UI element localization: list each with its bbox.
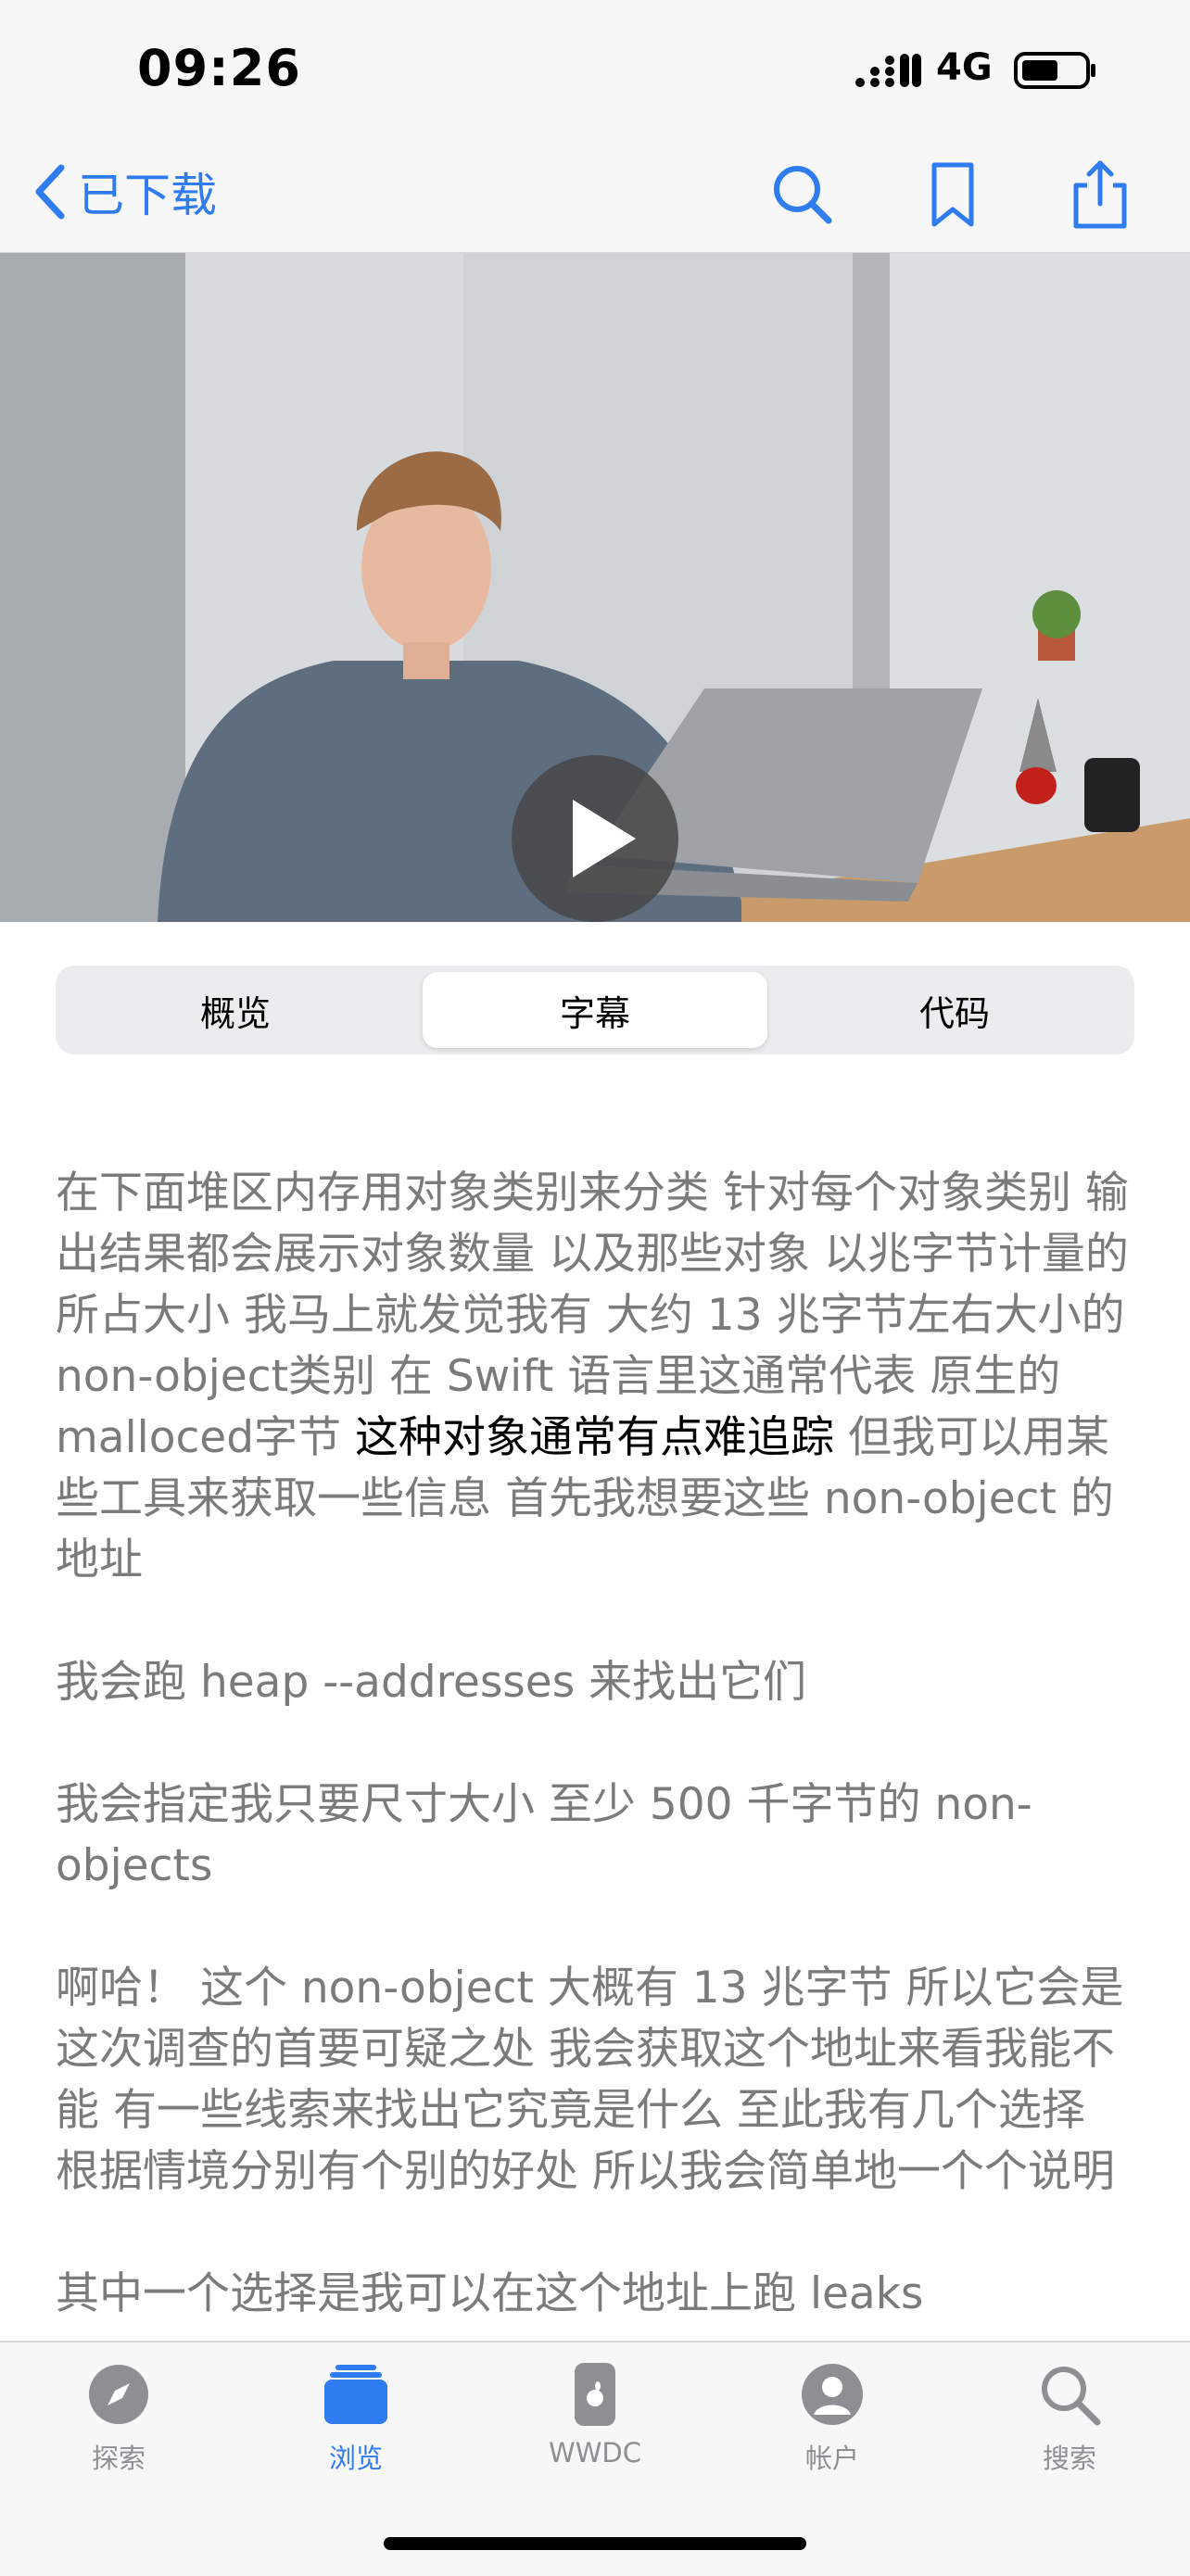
- home-indicator[interactable]: [384, 2537, 806, 2550]
- segment-transcript[interactable]: 字幕: [423, 972, 767, 1048]
- tab-label: 帐户: [804, 2443, 859, 2474]
- tab-explore[interactable]: 探索: [44, 2361, 193, 2491]
- transcript-current-sentence[interactable]: 这种对象通常有点难追踪: [355, 1412, 834, 1463]
- back-button[interactable]: 已下载: [32, 161, 217, 222]
- account-icon: [802, 2364, 863, 2425]
- transcript-paragraph[interactable]: 我会指定我只要尺寸大小 至少 500 千字节的 non-objects: [56, 1774, 1140, 1897]
- stack-icon: [324, 2365, 387, 2424]
- tab-account[interactable]: 帐户: [758, 2361, 906, 2491]
- cellular-signal-icon: [855, 54, 921, 87]
- segment-code[interactable]: 代码: [782, 972, 1127, 1048]
- search-icon[interactable]: [766, 158, 840, 232]
- share-icon[interactable]: [1063, 158, 1137, 232]
- tab-search[interactable]: 搜索: [995, 2361, 1144, 2491]
- tab-wwdc[interactable]: WWDC: [521, 2361, 669, 2491]
- tab-label: WWDC: [549, 2437, 641, 2469]
- tab-label: 搜索: [1042, 2443, 1096, 2474]
- tab-label: 探索: [91, 2443, 146, 2474]
- network-type: 4G: [936, 46, 993, 89]
- tab-browse[interactable]: 浏览: [282, 2361, 430, 2491]
- video-player[interactable]: [0, 253, 1190, 922]
- bookmark-icon[interactable]: [916, 158, 990, 232]
- transcript-paragraph[interactable]: 我会跑 heap --addresses 来找出它们: [56, 1652, 1140, 1713]
- battery-icon: [1014, 52, 1095, 89]
- transcript-text: 在下面堆区内存用对象类别来分类 针对每个对象类别 输出结果都会展示对象数量 以及…: [56, 1163, 1140, 2340]
- play-icon: [573, 800, 636, 878]
- status-time: 09:26: [137, 39, 301, 97]
- transcript-paragraph[interactable]: 其中一个选择是我可以在这个地址上跑 leaks: [56, 2264, 1140, 2325]
- segment-overview[interactable]: 概览: [63, 972, 408, 1048]
- wwdc-icon: [575, 2363, 615, 2426]
- chevron-left-icon: [35, 164, 65, 220]
- segmented-control: 概览 字幕 代码: [56, 966, 1134, 1054]
- transcript-paragraph[interactable]: 在下面堆区内存用对象类别来分类 针对每个对象类别 输出结果都会展示对象数量 以及…: [56, 1163, 1140, 1591]
- compass-icon: [89, 2365, 148, 2424]
- status-bar: 09:26 4G: [0, 0, 1190, 139]
- tab-label: 浏览: [328, 2443, 383, 2474]
- navigation-bar: 已下载: [0, 139, 1190, 254]
- back-label: 已下载: [78, 169, 217, 222]
- transcript-paragraph[interactable]: 啊哈！ 这个 non-object 大概有 13 兆字节 所以它会是这次调查的首…: [56, 1958, 1140, 2203]
- play-button[interactable]: [512, 755, 678, 922]
- search-icon: [1042, 2367, 1101, 2426]
